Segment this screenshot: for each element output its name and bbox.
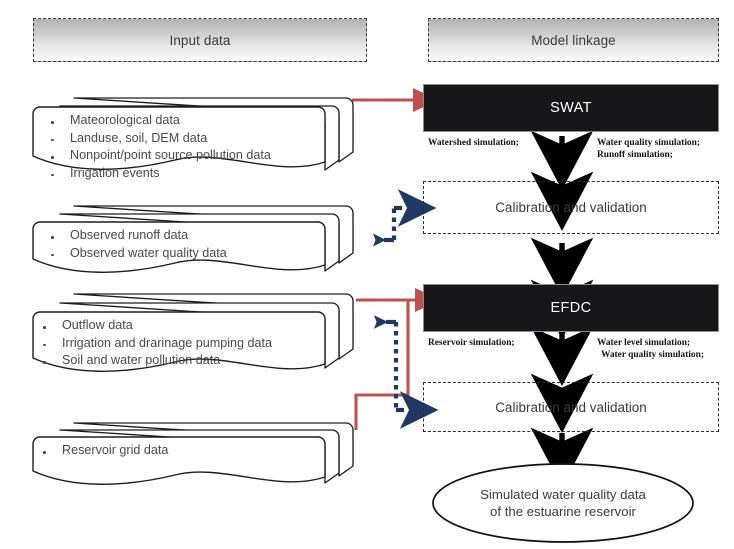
banner-input-data: Input data [33,18,367,62]
banner-input-data-label: Input data [169,32,231,48]
model-box-swat[interactable]: SWAT [423,84,719,132]
model-box-swat-label: SWAT [550,100,592,116]
list-item: Irrigation events [48,165,271,183]
diagram-canvas: Mateorological data Landuse, soil, DEM d… [0,0,734,549]
annotation-swat-left: Watershed simulation; [428,138,519,148]
document-stack-items: Reservoir grid data [40,442,168,460]
document-stack-efdc-inputs[interactable]: Outflow data Irrigation and drarinage pu… [26,286,356,382]
red-connector-efdc [354,287,441,430]
list-item: Outflow data [40,317,272,335]
list-item: Landuse, soil, DEM data [48,130,271,148]
calibration-box-upper-label: Calibration and validation [495,200,647,215]
document-stack-items: Observed runoff data Observed water qual… [48,227,227,262]
document-stack-items: Mateorological data Landuse, soil, DEM d… [48,112,271,182]
annotation-swat-right-1: Water quality simulation; [597,138,700,148]
document-stack-observed-data[interactable]: Observed runoff data Observed water qual… [26,196,356,280]
document-stack-items: Outflow data Irrigation and drarinage pu… [40,317,272,370]
banner-model-linkage: Model linkage [428,18,719,62]
document-stack-grid-data[interactable]: Reservoir grid data [26,415,356,493]
result-ellipse-text: Simulated water quality data of the estu… [480,486,646,521]
blue-connector-upper [373,189,437,247]
result-line-2: of the estuarine reservoir [490,504,636,519]
annotation-efdc-right-1: Water level simulation; [597,338,691,348]
annotation-efdc-right-2: Water quality simulation; [601,350,704,360]
calibration-box-upper[interactable]: Calibration and validation [423,181,719,234]
result-line-1: Simulated water quality data [480,486,646,502]
list-item: Observed water quality data [48,245,227,263]
list-item: Nonpoint/point source pollution data [48,147,271,165]
model-box-efdc-label: EFDC [550,300,592,316]
result-ellipse[interactable]: Simulated water quality data of the estu… [433,464,693,542]
annotation-swat-right-2: Runoff simulation; [597,150,673,160]
annotation-efdc-left: Reservoir simulation; [428,338,515,348]
list-item: Irrigation and drarinage pumping data [40,335,272,353]
model-box-efdc[interactable]: EFDC [423,284,719,332]
calibration-box-lower-label: Calibration and validation [495,399,647,415]
banner-model-linkage-label: Model linkage [531,32,616,48]
list-item: Observed runoff data [48,227,227,245]
list-item: Mateorological data [48,112,271,130]
calibration-box-lower[interactable]: Calibration and validation [423,382,719,432]
list-item: Reservoir grid data [40,442,168,460]
document-stack-swat-inputs[interactable]: Mateorological data Landuse, soil, DEM d… [26,76,356,180]
list-item: Soil and water pollution data [40,352,272,370]
